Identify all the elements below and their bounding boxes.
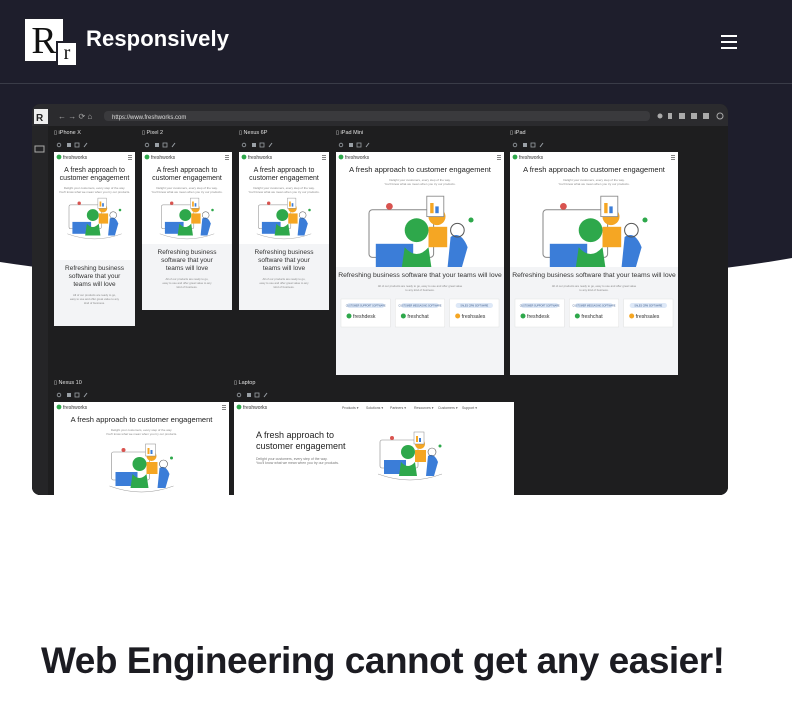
device-preview-ipad-mini[interactable]: ▯ iPad Mini freshworks A fresh approach to… bbox=[336, 130, 504, 375]
svg-text:You'll know what we mean when: You'll know what we mean when you try ou… bbox=[59, 190, 130, 194]
svg-text:kind of business.: kind of business. bbox=[84, 301, 105, 305]
section-heading: Refreshing business bbox=[65, 265, 125, 272]
svg-text:← → ⟳ ⌂: ← → ⟳ ⌂ bbox=[58, 112, 92, 121]
url-bar: https://www.freshworks.com bbox=[112, 115, 186, 121]
svg-text:SALES CRM SOFTWARE: SALES CRM SOFTWARE bbox=[634, 305, 662, 308]
product-name: freshdesk bbox=[353, 314, 376, 320]
svg-text:You'll know what we mean when: You'll know what we mean when you try ou… bbox=[256, 461, 339, 465]
device-label: ▯ Laptop bbox=[234, 380, 255, 386]
hamburger-menu-icon[interactable] bbox=[712, 30, 746, 54]
product-name: freshchat bbox=[581, 314, 603, 320]
svg-text:R: R bbox=[36, 113, 44, 124]
logo[interactable]: R r bbox=[23, 17, 78, 67]
hero-heading: A fresh approach to bbox=[64, 167, 125, 174]
section-heading: Refreshing business bbox=[158, 249, 218, 256]
device-label: ▯ iPhone X bbox=[54, 130, 81, 136]
svg-text:Partners ▾: Partners ▾ bbox=[390, 406, 406, 410]
section-heading: teams will love bbox=[263, 265, 306, 272]
svg-text:Support ▾: Support ▾ bbox=[462, 406, 477, 410]
hero-heading: customer engagement bbox=[152, 175, 222, 182]
section-heading: software that your bbox=[69, 273, 121, 280]
hero-heading: A fresh approach to bbox=[256, 430, 334, 440]
svg-text:CUSTOMER MESSAGING SOFTWARE: CUSTOMER MESSAGING SOFTWARE bbox=[399, 305, 442, 308]
top-navbar: R r Responsively bbox=[0, 0, 792, 84]
svg-text:SALES CRM SOFTWARE: SALES CRM SOFTWARE bbox=[460, 305, 488, 308]
svg-text:to any kind of business.: to any kind of business. bbox=[405, 288, 434, 292]
section-heading: software that your bbox=[258, 257, 310, 264]
svg-text:You'll know what we mean when: You'll know what we mean when you try ou… bbox=[248, 190, 319, 194]
hero-heading: customer engagement bbox=[60, 175, 130, 182]
device-preview-iphone-x[interactable]: ▯ iPhone X freshworks A fresh approach toc… bbox=[54, 130, 135, 326]
section-heading: Refreshing business software that your t… bbox=[338, 272, 502, 279]
product-name: freshsales bbox=[462, 314, 486, 320]
section-heading: Refreshing business bbox=[255, 249, 315, 256]
site-brand: freshworks bbox=[63, 405, 88, 411]
svg-text:You'll know what we mean when: You'll know what we mean when you try ou… bbox=[558, 182, 629, 186]
svg-text:You'll know what we mean when: You'll know what we mean when you try ou… bbox=[384, 182, 455, 186]
site-brand: freshworks bbox=[248, 155, 273, 161]
brand-name[interactable]: Responsively bbox=[86, 26, 229, 52]
hero-heading: A fresh approach to customer engagement bbox=[349, 165, 492, 174]
site-brand: freshworks bbox=[345, 155, 370, 161]
hero-heading: A fresh approach to customer engagement bbox=[523, 165, 666, 174]
hero-heading: A fresh approach to bbox=[254, 167, 315, 174]
svg-text:Solutions ▾: Solutions ▾ bbox=[366, 406, 383, 410]
hero-heading: customer engagement bbox=[256, 441, 346, 451]
section-heading: teams will love bbox=[73, 281, 116, 288]
site-brand: freshworks bbox=[151, 155, 176, 161]
section-heading: software that your bbox=[161, 257, 213, 264]
device-label: ▯ iPad bbox=[510, 130, 526, 136]
hero-heading: A fresh approach to bbox=[157, 167, 218, 174]
device-label: ▯ iPad Mini bbox=[336, 130, 363, 136]
device-preview-pixel-2[interactable]: ▯ Pixel 2 freshworks A fresh approach tocu… bbox=[142, 130, 232, 310]
page-headline: Web Engineering cannot get any easier! bbox=[41, 640, 725, 681]
hero-heading: customer engagement bbox=[249, 175, 319, 182]
svg-text:kind of business.: kind of business. bbox=[177, 285, 198, 289]
app-preview-screenshot: R ← → ⟳ ⌂ https://www.freshworks.com ▯ i… bbox=[32, 104, 728, 495]
logo-letter-small: r bbox=[56, 41, 78, 67]
svg-text:kind of business.: kind of business. bbox=[274, 285, 295, 289]
site-brand: freshworks bbox=[243, 405, 268, 411]
svg-text:Customers ▾: Customers ▾ bbox=[438, 406, 458, 410]
svg-text:You'll know what we mean when: You'll know what we mean when you try ou… bbox=[151, 190, 222, 194]
product-name: freshdesk bbox=[527, 314, 550, 320]
svg-text:CUSTOMER MESSAGING SOFTWARE: CUSTOMER MESSAGING SOFTWARE bbox=[573, 305, 616, 308]
hero-heading: A fresh approach to customer engagement bbox=[71, 415, 214, 424]
product-name: freshchat bbox=[407, 314, 429, 320]
svg-text:CUSTOMER SUPPORT SOFTWARE: CUSTOMER SUPPORT SOFTWARE bbox=[520, 305, 560, 308]
section-heading: teams will love bbox=[166, 265, 209, 272]
site-brand: freshworks bbox=[63, 155, 88, 161]
svg-text:CUSTOMER SUPPORT SOFTWARE: CUSTOMER SUPPORT SOFTWARE bbox=[346, 305, 386, 308]
svg-text:You'll know what we mean when: You'll know what we mean when you try ou… bbox=[106, 432, 177, 436]
svg-text:Resources ▾: Resources ▾ bbox=[414, 406, 434, 410]
device-label: ▯ Pixel 2 bbox=[142, 130, 163, 136]
svg-text:Products ▾: Products ▾ bbox=[342, 406, 359, 410]
svg-text:to any kind of business.: to any kind of business. bbox=[579, 288, 608, 292]
site-brand: freshworks bbox=[519, 155, 544, 161]
device-preview-nexus-6p[interactable]: ▯ Nexus 6P freshworks A fresh approach toc… bbox=[239, 130, 329, 310]
device-preview-ipad[interactable]: ▯ iPad freshworks A fresh approach to cust… bbox=[510, 130, 678, 375]
device-label: ▯ Nexus 10 bbox=[54, 380, 82, 386]
section-heading: Refreshing business software that your t… bbox=[512, 272, 676, 279]
product-name: freshsales bbox=[636, 314, 660, 320]
device-label: ▯ Nexus 6P bbox=[239, 130, 268, 136]
